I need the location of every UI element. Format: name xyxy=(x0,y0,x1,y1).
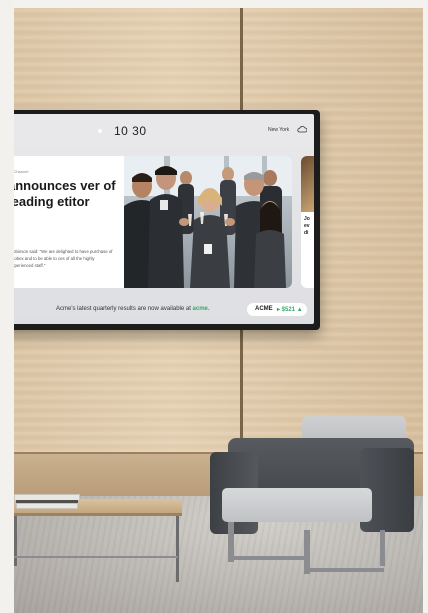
cloud-icon xyxy=(297,126,307,133)
armchair-seat-cushion xyxy=(222,488,372,522)
table-leg-right xyxy=(176,516,179,582)
article-headline: announces ver of leading etitor xyxy=(8,178,116,209)
stock-symbol: ACME xyxy=(255,306,273,312)
tv-status-bar: 10 30 New York xyxy=(0,114,314,146)
wall-tv: 10 30 New York < Channel announces ver o… xyxy=(0,110,320,330)
armchair-leg-back-right xyxy=(380,530,385,566)
ticker-message-text: Acme's latest quarterly results are now … xyxy=(56,306,191,312)
status-dot xyxy=(98,129,102,133)
ticker-brand-link[interactable]: acme. xyxy=(193,306,210,312)
next-article-photo xyxy=(301,156,314,212)
weather-location: New York xyxy=(268,127,290,133)
armchair-sled-side xyxy=(304,568,384,572)
article-body: Robinson said: "We are delighted to have… xyxy=(10,249,113,268)
people-toasting-photo xyxy=(124,156,292,288)
photo-top-border xyxy=(0,0,428,8)
armchair-sled-base xyxy=(228,556,310,560)
lobby-scene: 10 30 New York < Channel announces ver o… xyxy=(0,0,428,613)
tv-screen: 10 30 New York < Channel announces ver o… xyxy=(0,114,314,324)
news-article-card[interactable]: < Channel announces ver of leading etito… xyxy=(0,156,292,288)
clock-time: 10 30 xyxy=(114,124,147,138)
photo-left-border xyxy=(0,0,14,613)
photo-right-border xyxy=(423,0,428,613)
article-photo xyxy=(124,156,292,288)
next-article-headline: Jo ev di xyxy=(304,216,310,236)
table-frame-bar xyxy=(14,556,178,558)
stock-ticker-pill: ACME ▸ $521 ▲ xyxy=(247,303,307,316)
table-leg-left xyxy=(14,516,17,566)
next-article-card[interactable]: Jo ev di xyxy=(301,156,314,288)
stock-value: ▸ $521 ▲ xyxy=(277,307,303,313)
ticker-message: Acme's latest quarterly results are now … xyxy=(56,306,210,312)
book-stack-middle xyxy=(16,503,78,509)
news-ticker: Acme's latest quarterly results are now … xyxy=(0,300,314,320)
